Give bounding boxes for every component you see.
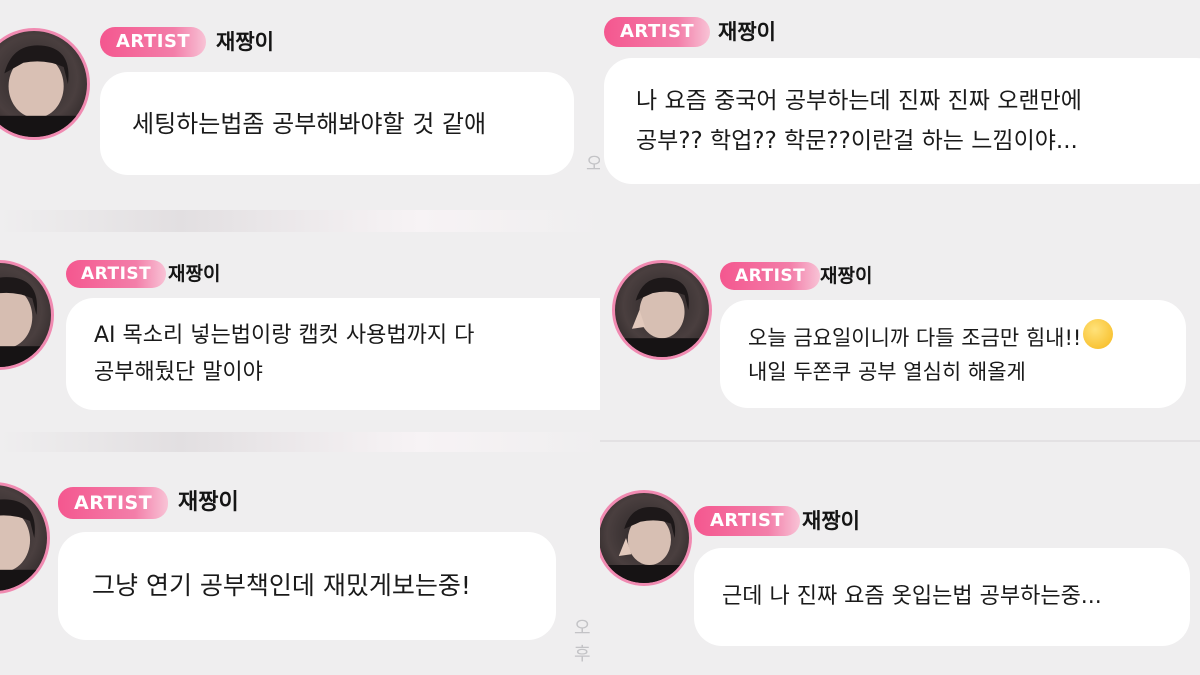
- artist-avatar[interactable]: [0, 482, 50, 594]
- message-text: 그냥 연기 공부책인데 재밌게보는중!: [92, 571, 471, 600]
- message-text: 나 요즘 중국어 공부하는데 진짜 진짜 오랜만에 공부?? 학업?? 학문??…: [636, 88, 1082, 154]
- divider: [0, 432, 600, 452]
- message-bubble: 근데 나 진짜 요즘 옷입는법 공부하는중...: [694, 548, 1190, 646]
- message-bubble: 나 요즘 중국어 공부하는데 진짜 진짜 오랜만에 공부?? 학업?? 학문??…: [604, 58, 1200, 184]
- artist-badge: ARTIST: [720, 262, 821, 290]
- timestamp: 오: [586, 154, 600, 175]
- artist-name: 재짱이: [718, 20, 776, 44]
- message-bubble: 그냥 연기 공부책인데 재밌게보는중!: [58, 532, 556, 640]
- chat-panel-6: ARTIST 재짱이 근데 나 진짜 요즘 옷입는법 공부하는중...: [600, 442, 1200, 675]
- message-bubble: 오늘 금요일이니까 다들 조금만 힘내!! 내일 두쫀쿠 공부 열심히 해올게: [720, 300, 1186, 408]
- chat-panel-2: ARTIST 재짱이 나 요즘 중국어 공부하는데 진짜 진짜 오랜만에 공부?…: [600, 0, 1200, 220]
- message-bubble: 세팅하는법좀 공부해봐야할 것 같애: [100, 72, 574, 175]
- artist-name: 재짱이: [168, 263, 221, 285]
- artist-badge: ARTIST: [100, 27, 207, 57]
- artist-name: 재짱이: [820, 265, 873, 287]
- artist-badge: ARTIST: [58, 487, 169, 519]
- divider: [0, 210, 600, 232]
- artist-name: 재짱이: [802, 509, 860, 533]
- artist-badge: ARTIST: [66, 260, 167, 288]
- chat-panel-1: ARTIST 재짱이 세팅하는법좀 공부해봐야할 것 같애 오: [0, 0, 600, 210]
- smiling-face-emoji-icon: [1083, 319, 1114, 349]
- message-text: 근데 나 진짜 요즘 옷입는법 공부하는중...: [722, 584, 1102, 609]
- artist-avatar[interactable]: [0, 28, 90, 140]
- artist-badge: ARTIST: [694, 506, 801, 536]
- artist-avatar[interactable]: [600, 490, 692, 586]
- artist-avatar[interactable]: [612, 260, 712, 360]
- chat-panel-3: ARTIST 재짱이 AI 목소리 넣는법이랑 캡컷 사용법까지 다 공부해뒀단…: [0, 232, 600, 432]
- artist-name: 재짱이: [178, 490, 239, 515]
- artist-name: 재짱이: [216, 30, 274, 54]
- message-text: 오늘 금요일이니까 다들 조금만 힘내!!: [748, 326, 1082, 350]
- timestamp: 오후: [574, 618, 591, 665]
- message-text: 세팅하는법좀 공부해봐야할 것 같애: [132, 109, 487, 138]
- message-bubble: AI 목소리 넣는법이랑 캡컷 사용법까지 다 공부해뒀단 말이야: [66, 298, 600, 410]
- chat-panel-4: ARTIST 재짱이 오늘 금요일이니까 다들 조금만 힘내!! 내일 두쫀쿠 …: [600, 220, 1200, 440]
- artist-badge: ARTIST: [604, 17, 711, 47]
- artist-avatar[interactable]: [0, 260, 54, 370]
- message-text: AI 목소리 넣는법이랑 캡컷 사용법까지 다 공부해뒀단 말이야: [94, 323, 475, 385]
- chat-panel-5: ARTIST 재짱이 그냥 연기 공부책인데 재밌게보는중! 오후: [0, 452, 600, 675]
- message-text: 내일 두쫀쿠 공부 열심히 해올게: [748, 360, 1026, 384]
